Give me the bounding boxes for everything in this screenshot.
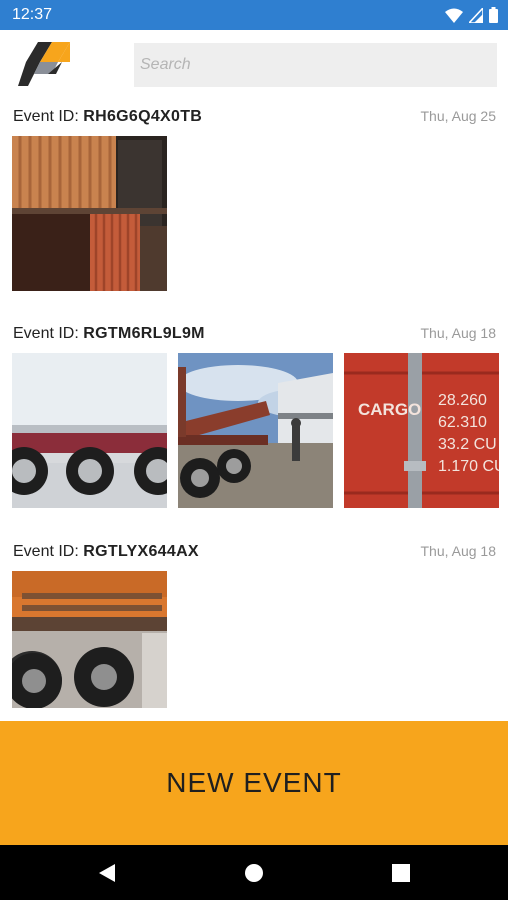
orange-truck-wheels-photo[interactable] bbox=[12, 571, 167, 708]
app-logo bbox=[18, 42, 70, 86]
event-id: Event ID: RH6G6Q4X0TB bbox=[13, 108, 203, 125]
trailer-wheels-photo[interactable] bbox=[12, 353, 167, 508]
recents-icon[interactable] bbox=[390, 862, 412, 884]
cargo-figure-2: 62.310 bbox=[438, 414, 487, 431]
battery-icon bbox=[489, 7, 498, 23]
app-header bbox=[0, 30, 508, 100]
home-icon[interactable] bbox=[243, 862, 265, 884]
wifi-icon bbox=[445, 8, 463, 23]
event-card[interactable]: Event ID: RGTLYX644AX Thu, Aug 18 bbox=[0, 543, 508, 708]
cargo-container-photo[interactable]: CARGO 28.260 62.310 33.2 CU 1.170 CU bbox=[344, 353, 499, 508]
status-time: 12:37 bbox=[12, 6, 53, 23]
new-event-button[interactable]: NEW EVENT bbox=[0, 721, 508, 845]
event-card[interactable]: Event ID: RH6G6Q4X0TB Thu, Aug 25 bbox=[0, 108, 508, 291]
cargo-figure-3: 33.2 CU bbox=[438, 436, 497, 453]
event-id: Event ID: RGTLYX644AX bbox=[13, 543, 199, 560]
status-icons bbox=[445, 7, 498, 23]
search-input[interactable] bbox=[134, 43, 497, 87]
event-date: Thu, Aug 18 bbox=[420, 543, 496, 559]
cargo-text: CARGO bbox=[358, 400, 421, 419]
signal-icon bbox=[469, 7, 483, 23]
shipping-containers-photo[interactable] bbox=[12, 136, 167, 291]
event-card[interactable]: Event ID: RGTM6RL9L9M Thu, Aug 18 CARGO … bbox=[0, 325, 508, 508]
flatbed-truck-photo[interactable] bbox=[178, 353, 333, 508]
cargo-figure-1: 28.260 bbox=[438, 392, 487, 409]
event-date: Thu, Aug 18 bbox=[420, 325, 496, 341]
status-bar: 12:37 bbox=[0, 0, 508, 30]
back-icon[interactable] bbox=[95, 862, 117, 884]
cargo-figure-4: 1.170 CU bbox=[438, 458, 499, 475]
event-id: Event ID: RGTM6RL9L9M bbox=[13, 325, 205, 342]
navigation-bar bbox=[0, 845, 508, 900]
event-date: Thu, Aug 25 bbox=[420, 108, 496, 124]
